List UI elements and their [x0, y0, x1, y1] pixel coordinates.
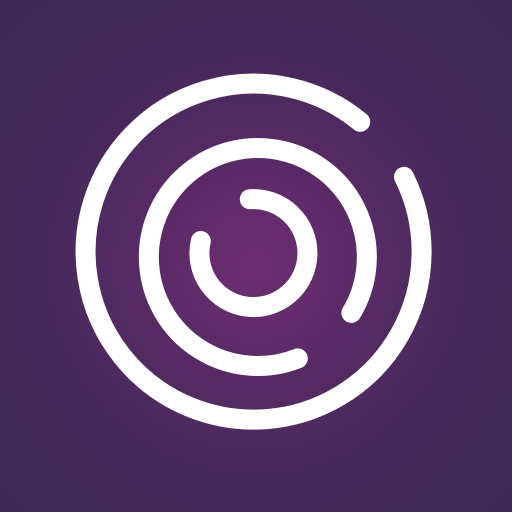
concentric-arcs-logo-icon	[75, 73, 432, 430]
middle-arc	[138, 138, 377, 376]
inner-arc	[189, 189, 318, 318]
app-icon	[0, 0, 512, 512]
